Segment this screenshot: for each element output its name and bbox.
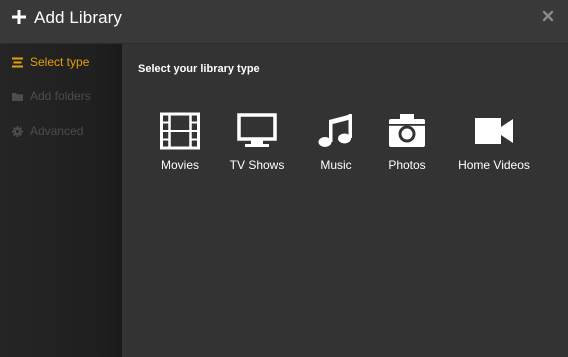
sidebar-item-add-folders[interactable]: Add folders (12, 87, 91, 105)
sidebar-item-label: Advanced (30, 124, 84, 138)
add-library-dialog: Add Library Select type Add folders Adva… (0, 0, 568, 357)
library-type-label: TV Shows (229, 158, 285, 172)
library-type-label: Photos (388, 158, 426, 172)
library-type-tv-shows[interactable]: TV Shows (230, 112, 284, 172)
camera-icon (389, 114, 425, 147)
sidebar-item-label: Add folders (30, 89, 91, 103)
sidebar-item-advanced[interactable]: Advanced (12, 122, 83, 140)
film-icon (160, 112, 200, 150)
folder-icon (12, 92, 23, 101)
section-heading: Select your library type (138, 63, 260, 75)
plus-icon (12, 10, 26, 24)
tv-icon (237, 113, 277, 147)
library-type-home-videos[interactable]: Home Videos (458, 112, 530, 172)
close-icon[interactable] (541, 9, 555, 23)
dialog-title: Add Library (34, 8, 123, 27)
library-type-music[interactable]: Music (315, 112, 357, 172)
library-type-movies[interactable]: Movies (159, 112, 201, 172)
library-type-photos[interactable]: Photos (386, 112, 428, 172)
gear-icon (12, 125, 23, 137)
sidebar: Select type Add folders Advanced (0, 44, 122, 357)
main-panel: Select your library type Movies TV Shows… (122, 44, 568, 357)
library-type-label: Music (320, 158, 352, 172)
list-icon (12, 57, 23, 67)
dialog-header: Add Library (0, 0, 568, 44)
library-type-label: Home Videos (458, 158, 530, 172)
library-type-label: Movies (160, 158, 200, 172)
music-note-icon (318, 114, 352, 147)
sidebar-item-select-type[interactable]: Select type (12, 53, 89, 71)
video-camera-icon (475, 118, 513, 144)
sidebar-item-label: Select type (30, 55, 90, 69)
